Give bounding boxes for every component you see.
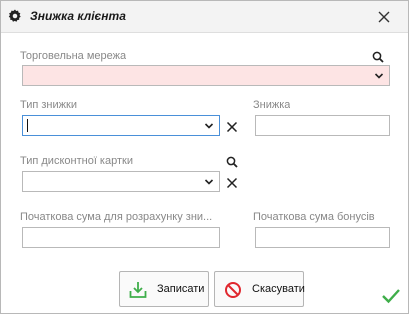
cancel-button-label: Скасувати [252,283,305,295]
discount-type-label: Тип знижки [20,99,77,111]
chevron-down-icon[interactable] [374,71,384,81]
title-bar: Знижка клієнта [1,1,408,33]
discount-type-field[interactable] [22,115,220,136]
clear-icon[interactable] [226,121,238,133]
card-type-field[interactable] [22,171,220,192]
gear-icon [8,9,21,22]
cancel-icon [225,282,241,298]
close-icon[interactable] [375,8,393,26]
save-button[interactable]: Записати [119,271,209,307]
bonus-sum-label: Початкова сума бонусів [253,211,375,223]
save-button-label: Записати [157,283,205,295]
discount-label: Знижка [253,99,291,111]
search-icon[interactable] [226,156,238,168]
start-sum-label: Початкова сума для розрахунку зни... [20,211,213,223]
retail-network-label: Торговельна мережа [20,50,127,62]
search-icon[interactable] [372,51,384,63]
start-sum-field[interactable] [22,227,220,248]
clear-icon[interactable] [226,177,238,189]
bonus-sum-field[interactable] [255,227,390,248]
download-icon [129,282,147,298]
window-title: Знижка клієнта [30,9,126,23]
chevron-down-icon[interactable] [204,177,214,187]
discount-field[interactable] [255,115,390,136]
text-cursor [27,119,28,132]
dialog-window: Знижка клієнта Торговельна мережа Тип зн… [0,0,409,314]
card-type-label: Тип дисконтної картки [20,155,133,167]
chevron-down-icon[interactable] [204,121,214,131]
retail-network-field[interactable] [22,65,390,86]
cancel-button[interactable]: Скасувати [214,271,305,307]
checkmark-icon[interactable] [381,288,401,304]
